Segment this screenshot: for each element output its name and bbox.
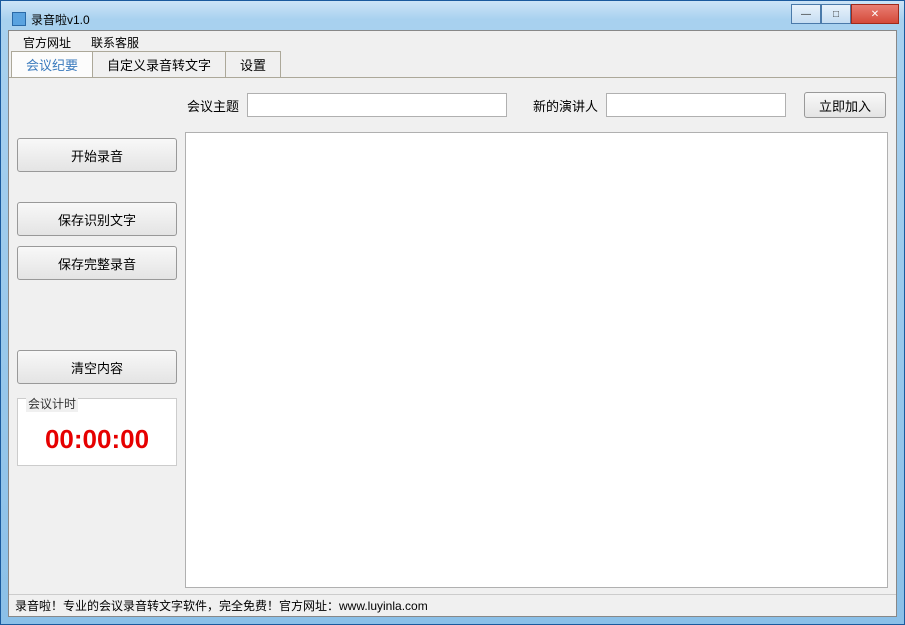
join-button[interactable]: 立即加入: [804, 92, 886, 118]
main-area: 会议主题 新的演讲人 立即加入: [185, 88, 888, 588]
clear-content-button[interactable]: 清空内容: [17, 350, 177, 384]
timer-value: 00:00:00: [22, 424, 172, 455]
statusbar: 录音啦！专业的会议录音转文字软件，完全免费！官方网址：www.luyinla.c…: [9, 594, 896, 616]
menu-contact-support[interactable]: 联系客服: [81, 32, 149, 53]
menu-official-site[interactable]: 官方网址: [13, 32, 81, 53]
tab-meeting-minutes[interactable]: 会议纪要: [11, 51, 93, 78]
timer-panel: 会议计时 00:00:00: [17, 398, 177, 466]
tab-content: 开始录音 保存识别文字 保存完整录音 清空内容 会议计时 00:00:00 会议…: [9, 77, 896, 594]
status-text: 录音啦！专业的会议录音转文字软件，完全免费！官方网址：www.luyinla.c…: [15, 597, 428, 614]
menubar: 官方网址 联系客服: [9, 31, 896, 53]
titlebar: 录音啦v1.0 — □ ✕: [8, 8, 897, 30]
sidebar: 开始录音 保存识别文字 保存完整录音 清空内容 会议计时 00:00:00: [17, 88, 177, 588]
tab-custom-transcribe[interactable]: 自定义录音转文字: [92, 51, 226, 77]
close-button[interactable]: ✕: [851, 4, 899, 24]
topic-input[interactable]: [247, 93, 507, 117]
topic-label: 会议主题: [187, 96, 239, 115]
tabbar: 会议纪要 自定义录音转文字 设置: [9, 53, 896, 77]
app-icon: [12, 12, 26, 26]
timer-label: 会议计时: [26, 395, 78, 412]
window-frame: 录音啦v1.0 — □ ✕ 河东软件园 www.pc0359.cn 官方网址 联…: [0, 0, 905, 625]
inner-window: 河东软件园 www.pc0359.cn 官方网址 联系客服 会议纪要 自定义录音…: [8, 30, 897, 617]
save-audio-button[interactable]: 保存完整录音: [17, 246, 177, 280]
maximize-button[interactable]: □: [821, 4, 851, 24]
transcript-textarea[interactable]: [185, 132, 888, 588]
meeting-info-row: 会议主题 新的演讲人 立即加入: [185, 88, 888, 122]
window-controls: — □ ✕: [791, 4, 899, 24]
window-title: 录音啦v1.0: [31, 11, 90, 28]
speaker-label: 新的演讲人: [533, 96, 598, 115]
minimize-button[interactable]: —: [791, 4, 821, 24]
speaker-input[interactable]: [606, 93, 786, 117]
save-text-button[interactable]: 保存识别文字: [17, 202, 177, 236]
tab-settings[interactable]: 设置: [225, 51, 281, 77]
start-record-button[interactable]: 开始录音: [17, 138, 177, 172]
